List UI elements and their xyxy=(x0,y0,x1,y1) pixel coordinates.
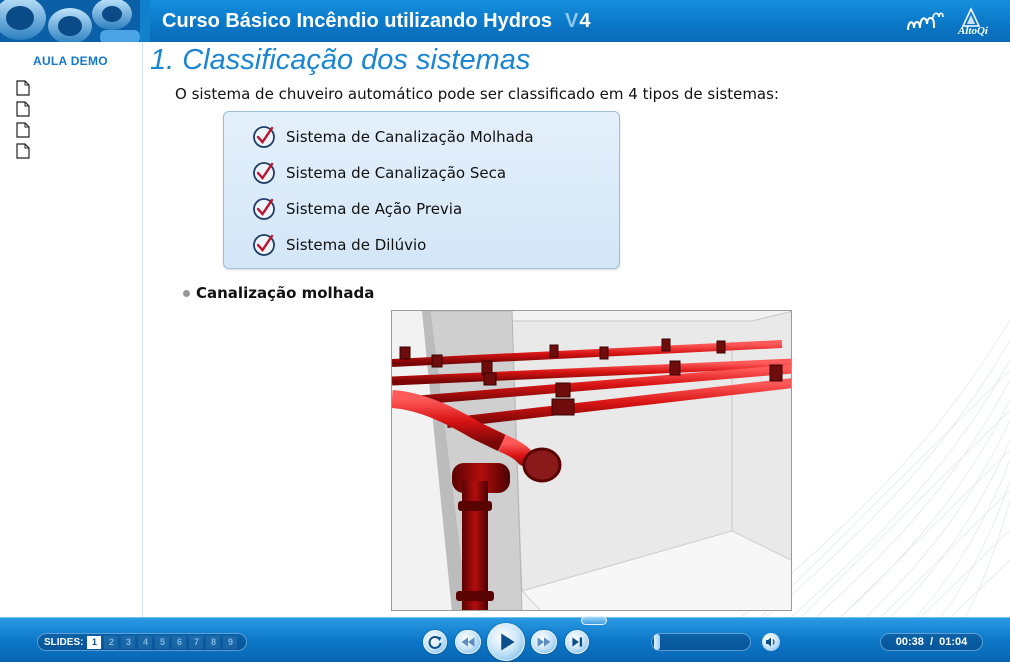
slide-number-button[interactable]: 5 xyxy=(155,635,170,649)
page-icon[interactable] xyxy=(16,101,30,117)
speaker-icon xyxy=(766,637,775,647)
fast-forward-button[interactable] xyxy=(531,630,557,654)
altoqi-logo-text: AltoQi xyxy=(958,25,988,37)
section-bullet: Canalização molhada xyxy=(183,284,374,302)
system-type-item: Sistema de Canalização Molhada xyxy=(252,125,534,149)
time-separator: / xyxy=(929,636,934,648)
intro-text: O sistema de chuveiro automático pode se… xyxy=(175,85,779,103)
system-type-item: Sistema de Canalização Seca xyxy=(252,161,506,185)
illustration-frame xyxy=(391,310,792,611)
play-button[interactable] xyxy=(487,623,525,661)
section-bullet-text: Canalização molhada xyxy=(196,284,375,302)
pipes-banner-art xyxy=(0,0,150,42)
slide-number-button[interactable]: 9 xyxy=(223,635,238,649)
system-types-box: Sistema de Canalização Molhada Sistema d… xyxy=(223,111,620,269)
slide-number-button[interactable]: 4 xyxy=(138,635,153,649)
system-type-label: Sistema de Ação Previa xyxy=(286,200,463,218)
sidebar-title: AULA DEMO xyxy=(33,54,108,68)
next-slide-icon xyxy=(572,637,583,647)
time-display: 00:38 / 01:04 xyxy=(880,633,983,651)
slide-number-button[interactable]: 7 xyxy=(189,635,204,649)
course-version: V4 xyxy=(565,10,590,33)
system-type-item: Sistema de Ação Previa xyxy=(252,197,462,221)
replay-button[interactable] xyxy=(423,630,447,654)
slide-number-button[interactable]: 3 xyxy=(121,635,136,649)
mute-button[interactable] xyxy=(762,633,780,651)
next-slide-button[interactable] xyxy=(565,630,589,654)
system-type-label: Sistema de Dilúvio xyxy=(286,236,427,254)
check-icon xyxy=(253,198,275,220)
version-number: 4 xyxy=(579,10,591,32)
slide-number-button[interactable]: 1 xyxy=(87,635,102,649)
mm-logo-icon xyxy=(907,12,944,31)
page-icon[interactable] xyxy=(16,80,30,96)
total-time: 01:04 xyxy=(939,636,968,648)
page-icon[interactable] xyxy=(16,143,30,159)
play-icon xyxy=(501,633,515,651)
bullet-dot xyxy=(183,289,190,297)
header-bar: Curso Básico Incêndio utilizando Hydros … xyxy=(0,0,1010,42)
volume-slider[interactable] xyxy=(651,633,751,651)
sprinkler-piping-illustration xyxy=(392,311,791,610)
version-prefix: V xyxy=(565,10,579,32)
elapsed-time: 00:38 xyxy=(895,636,924,648)
slide-title: 1. Classificação dos sistemas xyxy=(150,44,531,76)
slides-label: SLIDES: xyxy=(44,636,84,648)
timeline-scrub-handle[interactable] xyxy=(581,616,607,625)
replay-icon xyxy=(428,636,442,649)
slide-navigator: SLIDES: 1 2 3 4 5 6 7 8 9 xyxy=(37,633,247,651)
page-icon[interactable] xyxy=(16,122,30,138)
check-icon xyxy=(253,162,275,184)
system-type-label: Sistema de Canalização Molhada xyxy=(286,128,534,146)
slide-number-button[interactable]: 2 xyxy=(104,635,119,649)
fast-forward-icon xyxy=(537,637,551,647)
rewind-button[interactable] xyxy=(455,630,481,654)
check-icon xyxy=(253,234,275,256)
system-type-label: Sistema de Canalização Seca xyxy=(286,164,507,182)
check-icon xyxy=(253,126,275,148)
course-title: Curso Básico Incêndio utilizando Hydros xyxy=(162,10,553,32)
rewind-icon xyxy=(461,637,475,647)
system-type-item: Sistema de Dilúvio xyxy=(252,233,426,257)
volume-slider-knob[interactable] xyxy=(654,634,660,650)
slide-number-button[interactable]: 6 xyxy=(172,635,187,649)
slide-number-button[interactable]: 8 xyxy=(206,635,221,649)
